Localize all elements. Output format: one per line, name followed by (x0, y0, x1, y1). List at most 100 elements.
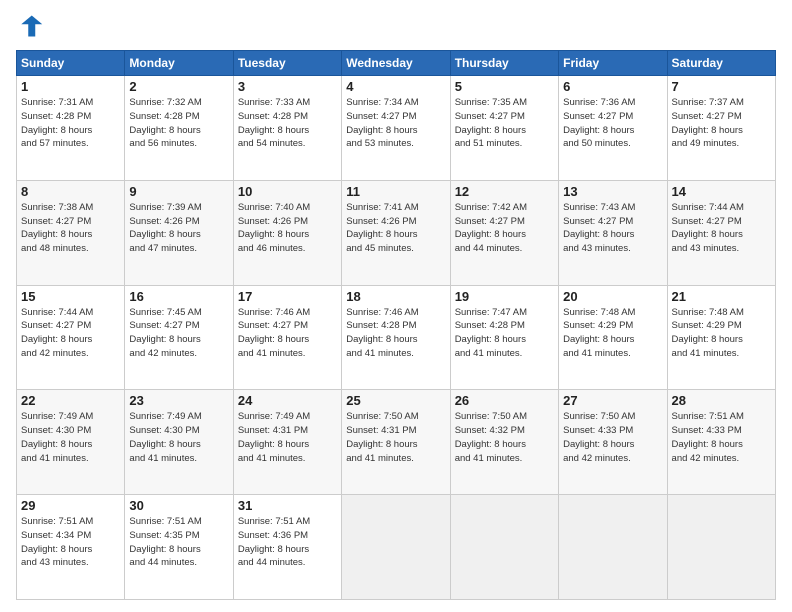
calendar-day: 22 Sunrise: 7:49 AM Sunset: 4:30 PM Dayli… (17, 390, 125, 495)
calendar-day (450, 495, 558, 600)
calendar-day: 4 Sunrise: 7:34 AM Sunset: 4:27 PM Daylig… (342, 76, 450, 181)
weekday-header: Tuesday (233, 51, 341, 76)
calendar-day: 20 Sunrise: 7:48 AM Sunset: 4:29 PM Dayli… (559, 285, 667, 390)
calendar-day: 31Sunrise: 7:51 AM Sunset: 4:36 PM Dayli… (233, 495, 341, 600)
day-info: Sunrise: 7:50 AM Sunset: 4:33 PM Dayligh… (563, 410, 662, 465)
logo-icon (16, 12, 44, 40)
day-info: Sunrise: 7:41 AM Sunset: 4:26 PM Dayligh… (346, 201, 445, 256)
day-number: 5 (455, 79, 554, 94)
day-info: Sunrise: 7:49 AM Sunset: 4:30 PM Dayligh… (129, 410, 228, 465)
logo (16, 12, 48, 40)
calendar-day: 18 Sunrise: 7:46 AM Sunset: 4:28 PM Dayli… (342, 285, 450, 390)
day-number: 29 (21, 498, 120, 513)
day-number: 9 (129, 184, 228, 199)
day-info: Sunrise: 7:42 AM Sunset: 4:27 PM Dayligh… (455, 201, 554, 256)
day-info: Sunrise: 7:48 AM Sunset: 4:29 PM Dayligh… (563, 306, 662, 361)
day-info: Sunrise: 7:40 AM Sunset: 4:26 PM Dayligh… (238, 201, 337, 256)
day-info: Sunrise: 7:38 AM Sunset: 4:27 PM Dayligh… (21, 201, 120, 256)
day-number: 17 (238, 289, 337, 304)
calendar-header: SundayMondayTuesdayWednesdayThursdayFrid… (17, 51, 776, 76)
calendar: SundayMondayTuesdayWednesdayThursdayFrid… (16, 50, 776, 600)
day-info: Sunrise: 7:51 AM Sunset: 4:33 PM Dayligh… (672, 410, 771, 465)
day-info: Sunrise: 7:37 AM Sunset: 4:27 PM Dayligh… (672, 96, 771, 151)
day-number: 31 (238, 498, 337, 513)
weekday-header: Saturday (667, 51, 775, 76)
day-number: 15 (21, 289, 120, 304)
day-number: 3 (238, 79, 337, 94)
day-info: Sunrise: 7:45 AM Sunset: 4:27 PM Dayligh… (129, 306, 228, 361)
calendar-day: 1 Sunrise: 7:31 AM Sunset: 4:28 PM Daylig… (17, 76, 125, 181)
calendar-day: 25 Sunrise: 7:50 AM Sunset: 4:31 PM Dayli… (342, 390, 450, 495)
calendar-day: 30Sunrise: 7:51 AM Sunset: 4:35 PM Dayli… (125, 495, 233, 600)
day-number: 26 (455, 393, 554, 408)
calendar-day: 10Sunrise: 7:40 AM Sunset: 4:26 PM Dayli… (233, 180, 341, 285)
day-number: 28 (672, 393, 771, 408)
day-info: Sunrise: 7:34 AM Sunset: 4:27 PM Dayligh… (346, 96, 445, 151)
calendar-day: 12 Sunrise: 7:42 AM Sunset: 4:27 PM Dayli… (450, 180, 558, 285)
calendar-day: 26 Sunrise: 7:50 AM Sunset: 4:32 PM Dayli… (450, 390, 558, 495)
day-info: Sunrise: 7:33 AM Sunset: 4:28 PM Dayligh… (238, 96, 337, 151)
day-info: Sunrise: 7:51 AM Sunset: 4:35 PM Dayligh… (129, 515, 228, 570)
day-number: 18 (346, 289, 445, 304)
day-info: Sunrise: 7:31 AM Sunset: 4:28 PM Dayligh… (21, 96, 120, 151)
calendar-body: 1 Sunrise: 7:31 AM Sunset: 4:28 PM Daylig… (17, 76, 776, 600)
weekday-header: Friday (559, 51, 667, 76)
day-number: 25 (346, 393, 445, 408)
day-number: 11 (346, 184, 445, 199)
day-info: Sunrise: 7:43 AM Sunset: 4:27 PM Dayligh… (563, 201, 662, 256)
weekday-header: Wednesday (342, 51, 450, 76)
day-number: 2 (129, 79, 228, 94)
calendar-day: 13 Sunrise: 7:43 AM Sunset: 4:27 PM Dayli… (559, 180, 667, 285)
calendar-week: 22 Sunrise: 7:49 AM Sunset: 4:30 PM Dayli… (17, 390, 776, 495)
calendar-day: 14 Sunrise: 7:44 AM Sunset: 4:27 PM Dayli… (667, 180, 775, 285)
header (16, 12, 776, 40)
day-number: 1 (21, 79, 120, 94)
day-number: 21 (672, 289, 771, 304)
day-number: 20 (563, 289, 662, 304)
day-number: 13 (563, 184, 662, 199)
day-number: 6 (563, 79, 662, 94)
day-number: 23 (129, 393, 228, 408)
calendar-day: 15Sunrise: 7:44 AM Sunset: 4:27 PM Dayli… (17, 285, 125, 390)
day-info: Sunrise: 7:32 AM Sunset: 4:28 PM Dayligh… (129, 96, 228, 151)
day-info: Sunrise: 7:49 AM Sunset: 4:31 PM Dayligh… (238, 410, 337, 465)
day-number: 27 (563, 393, 662, 408)
calendar-day (342, 495, 450, 600)
calendar-day: 24 Sunrise: 7:49 AM Sunset: 4:31 PM Dayli… (233, 390, 341, 495)
calendar-day: 7Sunrise: 7:37 AM Sunset: 4:27 PM Daylig… (667, 76, 775, 181)
calendar-day: 2 Sunrise: 7:32 AM Sunset: 4:28 PM Daylig… (125, 76, 233, 181)
day-info: Sunrise: 7:46 AM Sunset: 4:28 PM Dayligh… (346, 306, 445, 361)
calendar-day: 23 Sunrise: 7:49 AM Sunset: 4:30 PM Dayli… (125, 390, 233, 495)
day-info: Sunrise: 7:36 AM Sunset: 4:27 PM Dayligh… (563, 96, 662, 151)
day-number: 4 (346, 79, 445, 94)
calendar-day: 8Sunrise: 7:38 AM Sunset: 4:27 PM Daylig… (17, 180, 125, 285)
day-info: Sunrise: 7:39 AM Sunset: 4:26 PM Dayligh… (129, 201, 228, 256)
day-number: 14 (672, 184, 771, 199)
calendar-day: 3 Sunrise: 7:33 AM Sunset: 4:28 PM Daylig… (233, 76, 341, 181)
day-info: Sunrise: 7:50 AM Sunset: 4:32 PM Dayligh… (455, 410, 554, 465)
day-number: 24 (238, 393, 337, 408)
calendar-day: 5 Sunrise: 7:35 AM Sunset: 4:27 PM Daylig… (450, 76, 558, 181)
calendar-day: 6 Sunrise: 7:36 AM Sunset: 4:27 PM Daylig… (559, 76, 667, 181)
day-info: Sunrise: 7:50 AM Sunset: 4:31 PM Dayligh… (346, 410, 445, 465)
page: SundayMondayTuesdayWednesdayThursdayFrid… (0, 0, 792, 612)
calendar-day: 9 Sunrise: 7:39 AM Sunset: 4:26 PM Daylig… (125, 180, 233, 285)
day-number: 12 (455, 184, 554, 199)
day-info: Sunrise: 7:44 AM Sunset: 4:27 PM Dayligh… (672, 201, 771, 256)
calendar-day: 11 Sunrise: 7:41 AM Sunset: 4:26 PM Dayli… (342, 180, 450, 285)
day-info: Sunrise: 7:46 AM Sunset: 4:27 PM Dayligh… (238, 306, 337, 361)
day-number: 22 (21, 393, 120, 408)
calendar-day (559, 495, 667, 600)
day-info: Sunrise: 7:35 AM Sunset: 4:27 PM Dayligh… (455, 96, 554, 151)
calendar-day (667, 495, 775, 600)
weekday-header: Monday (125, 51, 233, 76)
calendar-day: 29 Sunrise: 7:51 AM Sunset: 4:34 PM Dayli… (17, 495, 125, 600)
weekday-row: SundayMondayTuesdayWednesdayThursdayFrid… (17, 51, 776, 76)
calendar-day: 27 Sunrise: 7:50 AM Sunset: 4:33 PM Dayli… (559, 390, 667, 495)
day-info: Sunrise: 7:49 AM Sunset: 4:30 PM Dayligh… (21, 410, 120, 465)
calendar-week: 15Sunrise: 7:44 AM Sunset: 4:27 PM Dayli… (17, 285, 776, 390)
weekday-header: Thursday (450, 51, 558, 76)
calendar-day: 17 Sunrise: 7:46 AM Sunset: 4:27 PM Dayli… (233, 285, 341, 390)
calendar-week: 29 Sunrise: 7:51 AM Sunset: 4:34 PM Dayli… (17, 495, 776, 600)
day-info: Sunrise: 7:51 AM Sunset: 4:34 PM Dayligh… (21, 515, 120, 570)
